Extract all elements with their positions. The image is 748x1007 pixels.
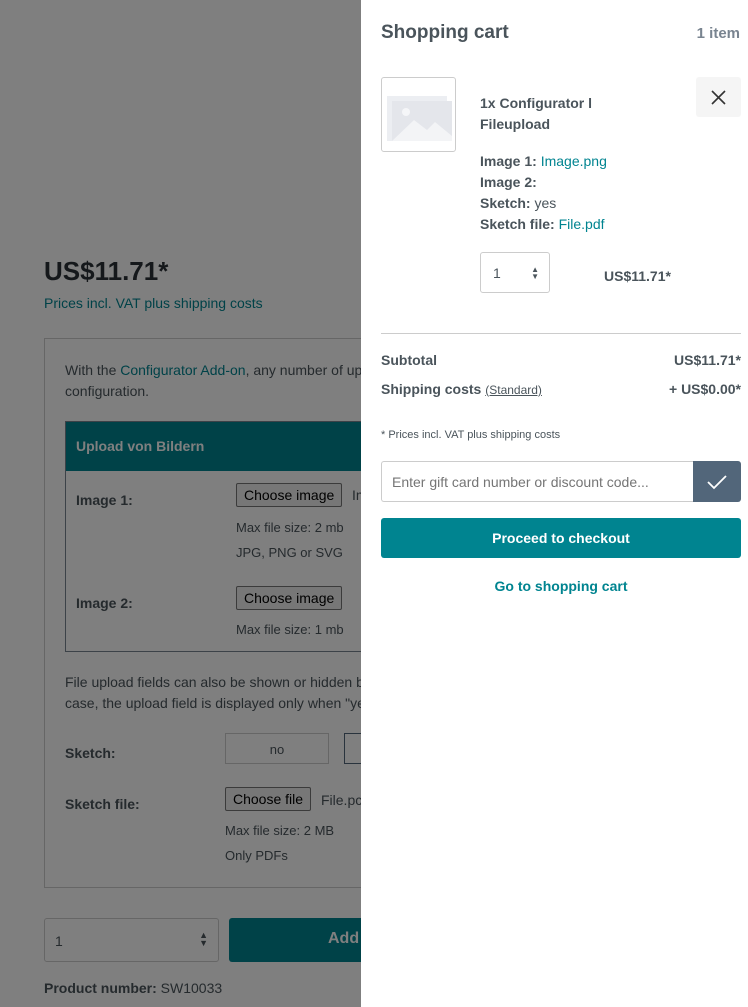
cart-item-name[interactable]: 1x Configurator l Fileupload bbox=[480, 93, 620, 135]
divider bbox=[381, 333, 741, 334]
proceed-to-checkout-button[interactable]: Proceed to checkout bbox=[381, 518, 741, 558]
chevron-updown-icon: ▲▼ bbox=[531, 265, 539, 281]
option-image2: Image 2: bbox=[480, 174, 537, 190]
apply-discount-button[interactable] bbox=[693, 461, 741, 502]
checkmark-icon bbox=[707, 475, 727, 490]
shipping-row: Shipping costs (Standard) + US$0.00* bbox=[381, 381, 741, 397]
go-to-cart-link[interactable]: Go to shopping cart bbox=[381, 578, 741, 594]
cart-item-count: 1 item bbox=[696, 25, 740, 42]
option-sketch: Sketch: yes bbox=[480, 195, 557, 211]
subtotal-row: Subtotal US$11.71* bbox=[381, 352, 741, 368]
offcanvas-cart: Shopping cart 1 item 1x Configurator l F… bbox=[361, 0, 748, 1007]
cart-title: Shopping cart bbox=[381, 22, 509, 43]
vat-note: * Prices incl. VAT plus shipping costs bbox=[381, 429, 561, 441]
close-icon bbox=[711, 90, 726, 105]
cart-item-price: US$11.71* bbox=[604, 268, 671, 284]
product-image-placeholder[interactable] bbox=[381, 77, 456, 152]
cart-item-options: Image 1: Image.png Image 2: Sketch: yes … bbox=[480, 151, 607, 235]
shipping-method-link[interactable]: (Standard) bbox=[485, 383, 542, 397]
discount-code-input[interactable] bbox=[381, 461, 694, 502]
option-image1: Image 1: Image.png bbox=[480, 153, 607, 169]
remove-item-button[interactable] bbox=[696, 77, 741, 117]
option-sketch-file: Sketch file: File.pdf bbox=[480, 216, 605, 232]
image-placeholder-icon bbox=[387, 96, 452, 141]
cart-quantity-select[interactable]: 1 ▲ ▼ bbox=[480, 252, 550, 293]
